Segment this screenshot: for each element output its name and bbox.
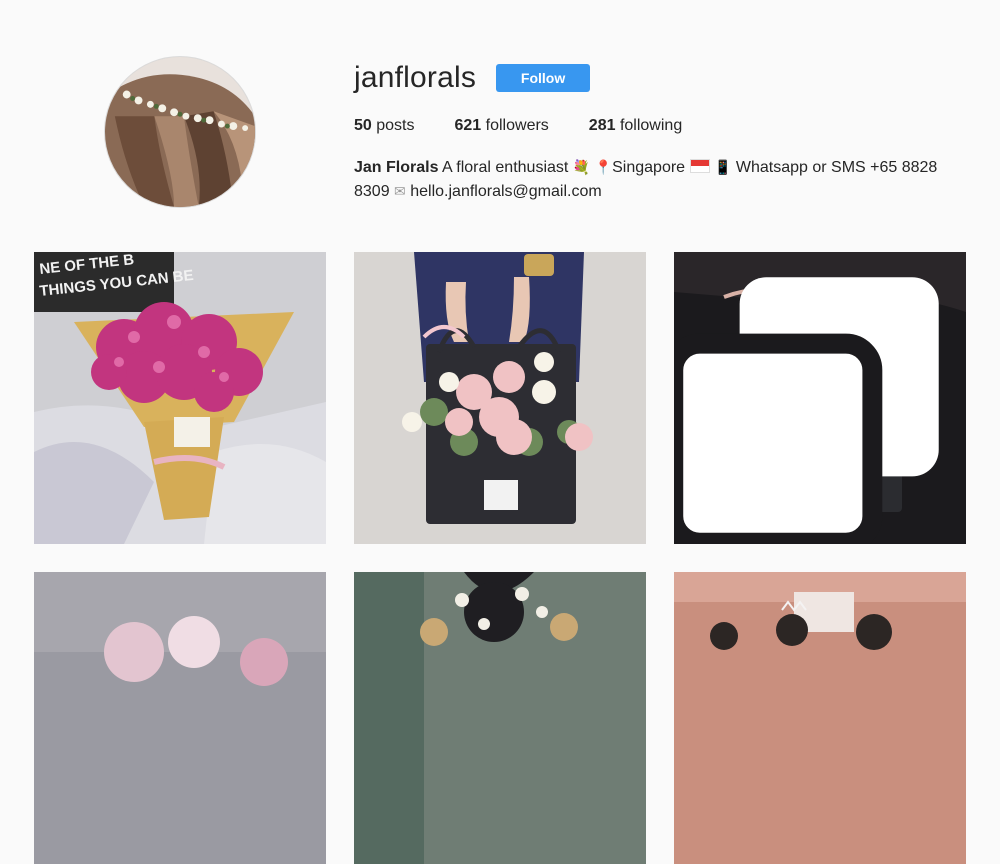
bio-name: Jan Florals (354, 159, 439, 176)
pin-icon: 📍 (594, 160, 613, 176)
profile-bio: Jan Florals A floral enthusiast 💐 📍Singa… (354, 156, 964, 204)
profile-stats: 50 posts 621 followers 281 following (354, 117, 722, 135)
posts-count: 50 (354, 117, 372, 134)
phone-icon: 📱 (713, 160, 732, 176)
bouquet-icon: 💐 (572, 160, 591, 176)
avatar-image (105, 57, 255, 207)
multiple-photos-icon (674, 277, 939, 544)
post-image-5 (354, 572, 646, 864)
post-image-4 (34, 572, 326, 864)
post-tile-5[interactable] (354, 572, 646, 864)
post-image-flower-box (354, 252, 646, 544)
post-tile-2[interactable] (354, 252, 646, 544)
username: janflorals (354, 61, 477, 94)
posts-stat: 50 posts (354, 117, 415, 135)
followers-count: 621 (454, 117, 482, 134)
post-tile-3[interactable] (674, 252, 966, 544)
profile-header: janflorals Follow (354, 60, 591, 96)
bio-text-2: Singapore (612, 159, 686, 176)
bio-text-1: A floral enthusiast (442, 159, 569, 176)
followers-label: followers (485, 117, 549, 134)
posts-label: posts (376, 117, 415, 134)
singapore-flag-icon (689, 159, 710, 173)
envelope-icon: ✉ (394, 184, 406, 200)
following-count: 281 (588, 117, 616, 134)
post-image-pink-bouquet: NE OF THE B THINGS YOU CAN BE (34, 252, 326, 544)
following-stat[interactable]: 281 following (589, 117, 682, 135)
profile-avatar[interactable] (104, 56, 256, 208)
bio-email[interactable]: hello.janflorals@gmail.com (410, 183, 601, 200)
post-image-6 (674, 572, 966, 864)
followers-stat[interactable]: 621 followers (455, 117, 549, 135)
post-tile-1[interactable]: NE OF THE B THINGS YOU CAN BE (34, 252, 326, 544)
follow-button[interactable]: Follow (496, 64, 591, 92)
post-tile-6[interactable] (674, 572, 966, 864)
following-label: following (619, 117, 683, 134)
post-tile-4[interactable] (34, 572, 326, 864)
